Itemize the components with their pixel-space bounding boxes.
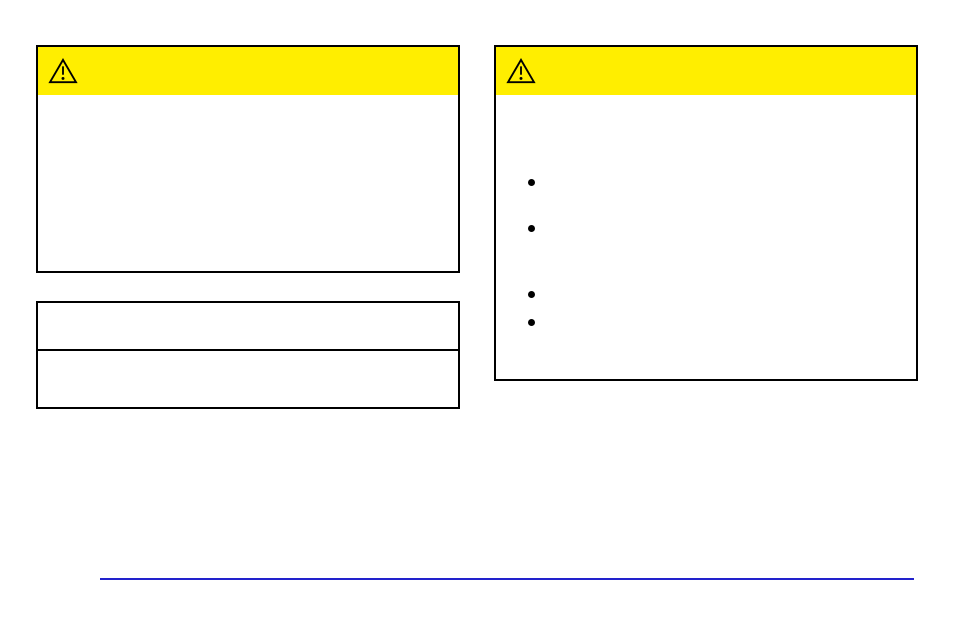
caution-body-right [496, 95, 916, 379]
caution-header-right [496, 47, 916, 95]
list-item [528, 313, 896, 333]
list-item [528, 219, 896, 239]
footer-divider [100, 578, 914, 580]
list-item [528, 285, 896, 305]
warning-icon [506, 58, 536, 84]
caution-header-left [38, 47, 458, 95]
caution-box-left [36, 45, 460, 273]
two-column-layout [0, 0, 954, 409]
table-row [38, 303, 458, 351]
warning-icon [48, 58, 78, 84]
list-item [528, 173, 896, 193]
caution-body-left [38, 95, 458, 271]
caution-box-right [494, 45, 918, 381]
table-row [38, 351, 458, 407]
left-column [36, 45, 460, 409]
spec-table [36, 301, 460, 409]
right-column [494, 45, 918, 409]
caution-bullet-list [528, 173, 896, 333]
